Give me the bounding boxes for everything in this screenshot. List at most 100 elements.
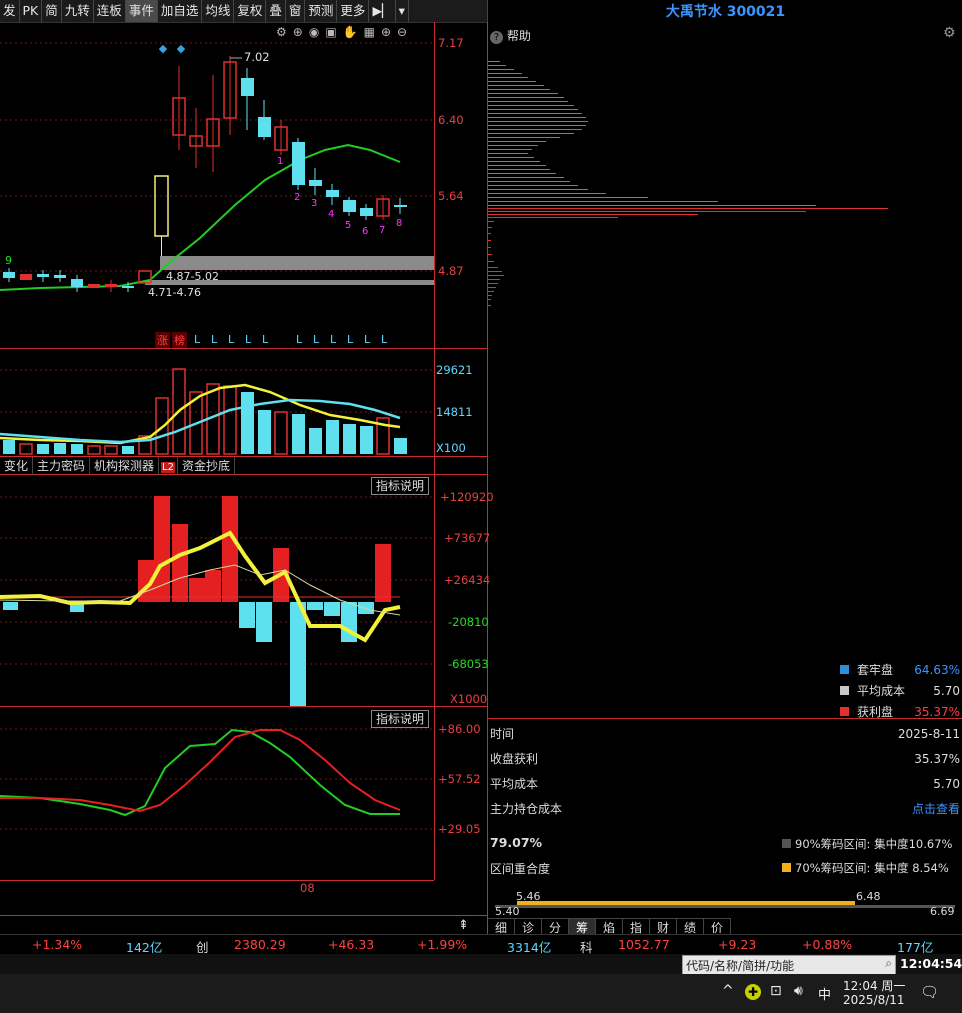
chip-info-rows: 时间 2025-8-11 收盘获利 35.37% 平均成本 5.70 主力持仓成…: [490, 722, 960, 822]
toolbar-jiuzhuan[interactable]: 九转: [62, 0, 94, 22]
chart-toolbar: 发 PK 简 九转 连板 事件 加自选 均线 复权 叠 窗 预测 更多 ▶▏ ▾: [0, 0, 487, 23]
volume-ma-cyan: [0, 398, 401, 444]
bag-icon[interactable]: ▣: [325, 25, 342, 39]
info-value: 35.37%: [914, 752, 960, 766]
toolbar-overlay[interactable]: 叠: [266, 0, 286, 22]
info-label: 主力持仓成本: [490, 802, 563, 816]
ime-indicator[interactable]: 中: [818, 984, 831, 1003]
zoom-in-icon[interactable]: ⊕: [381, 25, 397, 39]
l-mark: L: [296, 333, 303, 346]
price-axis-label: 6.40: [438, 113, 464, 127]
candle-number: 1: [277, 156, 284, 167]
legend-trapped: 套牢盘 64.63%: [840, 660, 960, 681]
volume-icon[interactable]: 🔊︎: [794, 983, 803, 999]
indicator2-axis-label: +86.00: [438, 722, 481, 736]
indicator1-axis-label: -68053: [448, 657, 489, 671]
toolbar-lianban[interactable]: 连板: [94, 0, 126, 22]
eye-icon[interactable]: ◉: [309, 25, 325, 39]
toolbar-simple[interactable]: 简: [42, 0, 62, 22]
tab-main-force-code[interactable]: 主力密码: [33, 457, 91, 475]
toolbar-pk[interactable]: PK: [20, 0, 43, 22]
candle-number: 8: [396, 218, 403, 229]
toolbar-more[interactable]: 更多: [337, 0, 370, 22]
indicator2-axis-label: +57.52: [438, 772, 481, 786]
status-index2-value: 1052.77: [618, 937, 670, 952]
tab-fund-bottom[interactable]: 资金抄底: [178, 457, 235, 475]
hand-icon[interactable]: ✋: [343, 25, 364, 39]
price-axis-label: 5.64: [438, 189, 464, 203]
dropdown-arrow-icon[interactable]: ▾: [396, 0, 409, 22]
nine-turn-marker: 9: [5, 254, 12, 267]
status-index-value: 2380.29: [234, 937, 286, 952]
toolbar-forecast[interactable]: 预测: [305, 0, 338, 22]
info-row-main-cost: 主力持仓成本 点击查看: [490, 797, 960, 822]
zoom-out-icon[interactable]: ⊖: [397, 25, 413, 39]
candle-number: 2: [294, 192, 301, 203]
l-mark: L: [245, 333, 252, 346]
tab-change[interactable]: 变化: [0, 457, 34, 475]
info-row-avg-cost: 平均成本 5.70: [490, 772, 960, 797]
info-row-time: 时间 2025-8-11: [490, 722, 960, 747]
toolbar-add-watch[interactable]: 加自选: [158, 0, 203, 22]
info-label: 收盘获利: [490, 752, 539, 766]
chip-divider: [488, 718, 962, 719]
chip-bars-profit: [488, 208, 888, 306]
legend-value: 5.70: [933, 684, 960, 698]
event-list[interactable]: 榜: [172, 332, 187, 348]
toolbar-adjust[interactable]: 复权: [234, 0, 267, 22]
settings-gear-icon[interactable]: ⚙: [276, 25, 293, 39]
l-mark: L: [211, 333, 218, 346]
volume-unit-label: X100: [436, 441, 466, 455]
candle-number: 4: [328, 209, 335, 220]
event-diamond-icon[interactable]: ◆: [177, 42, 186, 55]
toolbar-event[interactable]: 事件: [125, 0, 158, 22]
l2-badge[interactable]: L2: [161, 462, 175, 473]
notification-icon[interactable]: 🗨︎: [920, 983, 939, 1001]
legend-value: 35.37%: [914, 705, 960, 719]
candle-number: 6: [362, 226, 369, 237]
settings-gear-icon[interactable]: ⚙: [943, 25, 956, 41]
range90-swatch: [782, 839, 791, 848]
taskbar-date[interactable]: 2025/8/11: [843, 993, 905, 1007]
toolbar-ma[interactable]: 均线: [202, 0, 235, 22]
legend-swatch: [840, 665, 849, 674]
status-change-pct: +1.34%: [32, 937, 83, 952]
magnify-icon[interactable]: ⊕: [293, 25, 309, 39]
range-90: 90%筹码区间: 集中度10.67%: [782, 836, 952, 852]
indicator2-help-button[interactable]: 指标说明: [371, 710, 430, 728]
app-tray-icon[interactable]: ✚: [745, 984, 761, 1000]
candle-number: 3: [311, 198, 318, 209]
help-link[interactable]: ? 帮助: [490, 27, 531, 44]
status-index2-change: +9.23: [718, 937, 757, 952]
high-price-label: 7.02: [244, 50, 270, 64]
indicator1-help-button[interactable]: 指标说明: [371, 477, 430, 495]
indicator2-axis-label: +29.05: [438, 822, 481, 836]
legend-label: 获利盘: [857, 705, 894, 719]
support-zone-upper: [160, 256, 434, 270]
chip-bars-trapped: [488, 61, 816, 206]
status-index2-pct: +0.88%: [802, 937, 853, 952]
indicator1-axis-label: -20810: [448, 615, 489, 629]
tray-chevron-icon[interactable]: ^: [722, 983, 734, 999]
toolbar-fa[interactable]: 发: [0, 0, 20, 22]
search-icon[interactable]: ⌕: [885, 956, 892, 971]
candle-number: 5: [345, 220, 352, 231]
main-cost-link[interactable]: 点击查看: [912, 797, 960, 822]
windows-taskbar: ^ ✚ ⊡ 🔊︎ 中 12:04 周一 2025/8/11 🗨︎: [0, 974, 962, 1013]
toolbar-window[interactable]: 窗: [286, 0, 306, 22]
l-mark: L: [262, 333, 269, 346]
taskbar-time[interactable]: 12:04 周一: [843, 977, 905, 994]
candle-number: 7: [379, 225, 386, 236]
network-icon[interactable]: ⊡: [770, 983, 782, 999]
range-70: 70%筹码区间: 集中度 8.54%: [782, 860, 949, 876]
info-value: 5.70: [933, 777, 960, 791]
grid-icon[interactable]: ▦: [364, 25, 381, 39]
search-box[interactable]: 代码/名称/简拼/功能 ⌕: [682, 955, 896, 975]
event-limit-up[interactable]: 涨: [155, 332, 170, 348]
event-diamond-icon[interactable]: ◆: [159, 42, 168, 55]
scroll-top-icon[interactable]: ⇞: [458, 918, 469, 933]
zone-label-lower: 4.71-4.76: [148, 286, 201, 299]
tab-institution-detector[interactable]: 机构探测器: [90, 457, 160, 475]
chip-legend: 套牢盘 64.63% 平均成本 5.70 获利盘 35.37%: [840, 660, 960, 723]
collapse-arrow-icon[interactable]: ▶▏: [369, 0, 396, 22]
